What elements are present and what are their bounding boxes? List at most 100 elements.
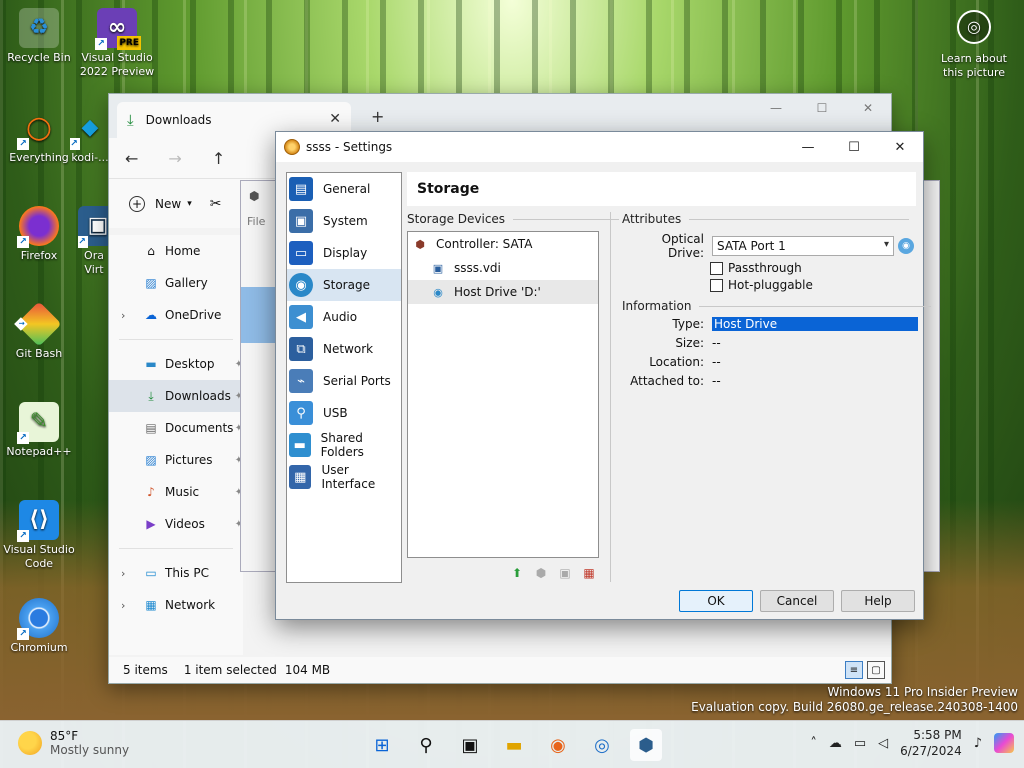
chromium-icon bbox=[17, 598, 59, 640]
start-windows-icon[interactable]: ⊞ bbox=[366, 729, 398, 761]
sidebar-item-home[interactable]: ⌂ Home bbox=[109, 235, 243, 267]
desktop-icon-visual-studio[interactable]: ∞PRE Visual Studio 2022 Preview bbox=[78, 8, 156, 79]
minimize-icon[interactable]: — bbox=[753, 94, 799, 122]
desktop-icon-recycle-bin[interactable]: ♻ Recycle Bin bbox=[0, 8, 78, 65]
vm-list-item-selected[interactable] bbox=[241, 287, 277, 343]
desktop-icon-vscode[interactable]: ⟨⟩ Visual Studio Code bbox=[0, 500, 78, 571]
choose-disk-icon[interactable]: ◉ bbox=[898, 238, 914, 254]
new-tab-button[interactable]: + bbox=[371, 107, 384, 126]
up-arrow-icon[interactable]: ↑ bbox=[212, 149, 225, 168]
desktop-icon-notepad-plus-plus[interactable]: ✎ Notepad++ bbox=[0, 402, 78, 459]
remove-controller-icon[interactable]: ⬢ bbox=[532, 564, 550, 582]
sidebar-item-onedrive[interactable]: › ☁ OneDrive bbox=[109, 299, 243, 331]
category-audio[interactable]: ◀ Audio bbox=[287, 301, 401, 333]
explorer-window-controls: — ☐ ✕ bbox=[753, 94, 891, 122]
tree-controller-sata[interactable]: ⬢ Controller: SATA bbox=[408, 232, 598, 256]
search-icon[interactable]: ⚲ bbox=[410, 729, 442, 761]
learn-about-picture[interactable]: ◎ Learn about this picture bbox=[936, 10, 1012, 80]
desktop-icon-virtualbox[interactable]: ▣ Ora Virt bbox=[78, 206, 110, 277]
tiles-view-icon[interactable]: ▢ bbox=[867, 661, 885, 679]
add-attachment-icon[interactable]: ▣ bbox=[556, 564, 574, 582]
category-storage[interactable]: ◉ Storage bbox=[287, 269, 401, 301]
desktop-icon-chromium[interactable]: Chromium bbox=[0, 598, 78, 655]
new-button[interactable]: New bbox=[155, 197, 181, 211]
preview-badge: PRE bbox=[117, 36, 141, 50]
sidebar-item-videos[interactable]: ▶ Videos ✦ bbox=[109, 508, 243, 540]
category-shared-folders[interactable]: ▬ Shared Folders bbox=[287, 429, 401, 461]
back-arrow-icon[interactable]: ← bbox=[125, 149, 138, 168]
hot-pluggable-checkbox[interactable]: Hot-pluggable bbox=[710, 278, 813, 292]
category-system[interactable]: ▣ System bbox=[287, 205, 401, 237]
category-user-interface[interactable]: ▦ User Interface bbox=[287, 461, 401, 493]
maximize-icon[interactable]: ☐ bbox=[831, 132, 877, 162]
sidebar-item-this-pc[interactable]: › ▭ This PC bbox=[109, 557, 243, 589]
display-icon: ▭ bbox=[289, 241, 313, 265]
chevron-right-icon[interactable]: › bbox=[121, 309, 125, 322]
volume-muted-icon[interactable]: ◁ bbox=[878, 736, 888, 751]
sidebar-item-gallery[interactable]: ▨ Gallery bbox=[109, 267, 243, 299]
information-heading: Information bbox=[622, 299, 931, 313]
file-menu[interactable]: File bbox=[247, 215, 265, 228]
category-display[interactable]: ▭ Display bbox=[287, 237, 401, 269]
close-icon[interactable]: ✕ bbox=[845, 94, 891, 122]
add-controller-icon[interactable]: ⬆ bbox=[508, 564, 526, 582]
ok-button[interactable]: OK bbox=[679, 590, 753, 612]
checkbox-box[interactable] bbox=[710, 261, 723, 275]
maximize-icon[interactable]: ☐ bbox=[799, 94, 845, 122]
details-view-icon[interactable]: ≡ bbox=[845, 661, 863, 679]
close-icon[interactable]: ✕ bbox=[877, 132, 923, 162]
sidebar-item-pictures[interactable]: ▨ Pictures ✦ bbox=[109, 444, 243, 476]
info-row-type: Type: Host Drive bbox=[622, 317, 918, 331]
chevron-down-icon: ▾ bbox=[883, 239, 889, 250]
user-interface-icon: ▦ bbox=[289, 465, 312, 489]
firefox-icon[interactable]: ◉ bbox=[542, 729, 574, 761]
remove-attachment-icon[interactable]: ▦ bbox=[580, 564, 598, 582]
sidebar-item-downloads[interactable]: ⤓ Downloads ✦ bbox=[109, 380, 243, 412]
sidebar-divider bbox=[119, 339, 233, 340]
desktop-icon-git-bash[interactable]: Git Bash bbox=[0, 301, 78, 361]
desktop-icon-firefox[interactable]: Firefox bbox=[0, 206, 78, 263]
help-button[interactable]: Help bbox=[841, 590, 915, 612]
optical-drive-select[interactable]: SATA Port 1 ▾ bbox=[712, 236, 894, 256]
passthrough-checkbox[interactable]: Passthrough bbox=[710, 261, 802, 275]
sidebar-item-documents[interactable]: ▤ Documents ✦ bbox=[109, 412, 243, 444]
settings-category-list: ▤ General ▣ System ▭ Display ◉ Storage ◀ Audi… bbox=[286, 172, 402, 583]
weather-widget[interactable]: 85°F Mostly sunny bbox=[18, 729, 129, 757]
chevron-up-icon[interactable]: ˄ bbox=[810, 736, 817, 751]
task-view-icon[interactable]: ▣ bbox=[454, 729, 486, 761]
cancel-button[interactable]: Cancel bbox=[760, 590, 834, 612]
tree-optical-host-drive[interactable]: ◉ Host Drive 'D:' bbox=[408, 280, 598, 304]
system-chip-icon: ▣ bbox=[289, 209, 313, 233]
settings-dialog: ssss - Settings — ☐ ✕ ▤ General ▣ System ▭… bbox=[275, 131, 924, 620]
firefox-icon bbox=[17, 206, 59, 248]
recycle-bin-icon: ♻ bbox=[19, 8, 59, 48]
cloud-offline-icon[interactable]: ☁ bbox=[829, 736, 842, 751]
videos-icon: ▶ bbox=[146, 517, 156, 531]
tree-disk-vdi[interactable]: ▣ ssss.vdi bbox=[408, 256, 598, 280]
monitor-icon[interactable]: ▭ bbox=[854, 736, 866, 751]
category-usb[interactable]: ⚲ USB bbox=[287, 397, 401, 429]
download-arrow-icon: ⤓ bbox=[127, 111, 134, 129]
kodi-icon: ◆ bbox=[70, 108, 110, 150]
sidebar-item-desktop[interactable]: ▬ Desktop ✦ bbox=[109, 348, 243, 380]
forward-arrow-icon[interactable]: → bbox=[168, 149, 181, 168]
sidebar-item-music[interactable]: ♪ Music ✦ bbox=[109, 476, 243, 508]
chevron-right-icon[interactable]: › bbox=[121, 567, 125, 580]
chromium-icon[interactable]: ◎ bbox=[586, 729, 618, 761]
close-tab-icon[interactable]: ✕ bbox=[329, 111, 341, 127]
desktop-icon-kodi[interactable]: ◆ kodi-... bbox=[70, 108, 110, 165]
copilot-icon[interactable] bbox=[994, 733, 1014, 753]
chevron-right-icon[interactable]: › bbox=[121, 599, 125, 612]
checkbox-box[interactable] bbox=[710, 278, 723, 292]
category-general[interactable]: ▤ General bbox=[287, 173, 401, 205]
sidebar-item-network[interactable]: › ▦ Network bbox=[109, 589, 243, 621]
file-explorer-icon[interactable]: ▬ bbox=[498, 729, 530, 761]
virtualbox-icon[interactable]: ⬢ bbox=[630, 729, 662, 761]
notification-bell-icon[interactable]: ♪ bbox=[974, 736, 982, 751]
clock[interactable]: 5:58 PM 6/27/2024 bbox=[900, 727, 962, 759]
minimize-icon[interactable]: — bbox=[785, 132, 831, 162]
cut-icon[interactable]: ✂ bbox=[210, 196, 222, 212]
desktop-icon-everything[interactable]: ○ Everything bbox=[0, 108, 78, 165]
category-network[interactable]: ⧉ Network bbox=[287, 333, 401, 365]
category-serial-ports[interactable]: ⌁ Serial Ports bbox=[287, 365, 401, 397]
